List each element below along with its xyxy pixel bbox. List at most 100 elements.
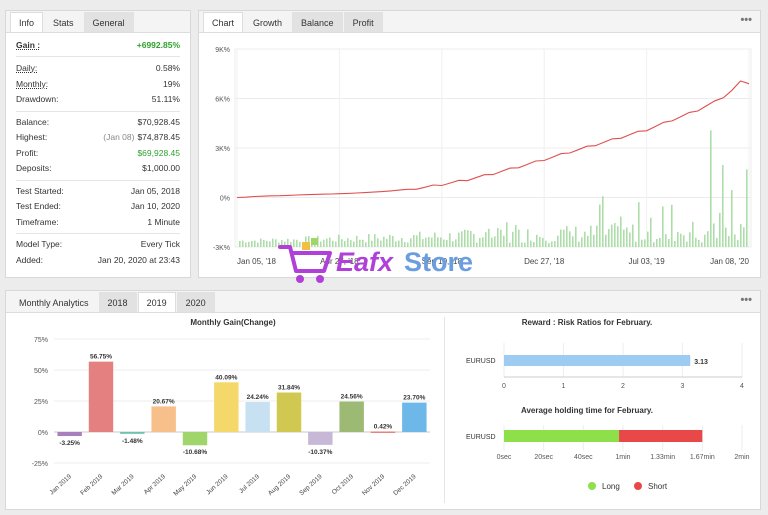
volume-bar: [608, 229, 610, 247]
daily-row: Daily: 0.58%: [16, 61, 180, 77]
legend-short-label[interactable]: Short: [648, 482, 668, 491]
tab-balance[interactable]: Balance: [292, 12, 343, 32]
rr-category-label: EURUSD: [466, 358, 496, 365]
highest-value-wrap: (Jan 08) $74,878.45: [103, 130, 180, 146]
volume-bar: [308, 236, 310, 247]
month-bar[interactable]: [402, 402, 427, 432]
balance-value: $70,928.45: [137, 116, 180, 127]
volume-bar: [530, 240, 532, 247]
bar-value-label: 40.09%: [215, 374, 237, 381]
volume-bar: [578, 241, 580, 247]
volume-bar: [404, 241, 406, 247]
short-bar[interactable]: [619, 430, 703, 442]
tab-chart[interactable]: Chart: [203, 12, 244, 32]
month-bar[interactable]: [308, 432, 333, 445]
drawdown-value: 51.11%: [151, 94, 180, 104]
volume-bar: [599, 204, 601, 247]
tab-2019[interactable]: 2019: [137, 292, 176, 312]
x-tick-label: May 2019: [172, 473, 198, 498]
volume-bar: [722, 165, 724, 247]
daily-value: 0.58%: [155, 63, 180, 73]
timeframe-row: Timeframe: 1 Minute: [16, 215, 180, 231]
volume-bar: [413, 235, 415, 247]
volume-bar: [734, 234, 736, 247]
gain-value: +6992.85%: [136, 40, 180, 50]
month-bar[interactable]: [88, 361, 114, 432]
x-tick-label: 1min: [615, 454, 630, 461]
tab-info[interactable]: Info: [10, 12, 44, 32]
x-tick-label: Aug 2019: [267, 473, 293, 497]
test-ended-label: Test Ended:: [16, 201, 61, 211]
volume-bar: [437, 237, 439, 247]
test-started-row: Test Started: Jan 05, 2018: [16, 184, 180, 200]
volume-bar: [536, 234, 538, 247]
volume-bar: [296, 239, 298, 247]
long-bar[interactable]: [504, 430, 620, 442]
bar-value-label: 24.56%: [341, 394, 363, 401]
month-bar[interactable]: [214, 382, 239, 432]
volume-bar: [650, 217, 652, 247]
tab-growth[interactable]: Growth: [244, 12, 291, 32]
x-tick-label: Jan 2019: [48, 473, 73, 496]
month-bar[interactable]: [120, 432, 145, 434]
month-bar[interactable]: [339, 401, 364, 432]
volume-bar: [374, 234, 376, 247]
tab-2018[interactable]: 2018: [98, 292, 137, 312]
gain-label[interactable]: Gain :: [16, 35, 40, 56]
volume-bar: [356, 235, 358, 247]
volume-bar: [551, 241, 553, 247]
volume-bar: [671, 204, 673, 247]
model-type-value: Every Tick: [140, 239, 180, 249]
monthly-label[interactable]: Monthly:: [16, 77, 48, 93]
volume-bar: [509, 242, 511, 247]
y-tick-label: -25%: [32, 461, 48, 468]
profit-row: Profit: $69,928.45: [16, 146, 180, 162]
month-bar[interactable]: [151, 406, 176, 432]
daily-label[interactable]: Daily:: [16, 61, 37, 77]
legend-long-label[interactable]: Long: [602, 482, 620, 491]
volume-bar: [383, 236, 385, 247]
volume-bar: [251, 240, 253, 247]
volume-bar: [554, 241, 556, 247]
tab-general[interactable]: General: [83, 12, 134, 32]
month-bar[interactable]: [370, 431, 396, 433]
chart-panel: Chart Growth Balance Profit ••• 9K% 6K% 3K…: [198, 10, 761, 278]
volume-bar: [746, 169, 748, 247]
volume-bar: [515, 224, 517, 247]
volume-bar: [548, 242, 550, 247]
chart-menu-icon[interactable]: •••: [740, 14, 752, 26]
month-bar[interactable]: [182, 432, 208, 446]
tab-2020[interactable]: 2020: [176, 292, 215, 312]
volume-bar: [434, 232, 436, 247]
tab-stats[interactable]: Stats: [44, 12, 83, 32]
x-tick-label: Sep 2019: [298, 473, 324, 497]
profit-value: $69,928.45: [137, 147, 180, 158]
volume-bar: [539, 236, 541, 247]
volume-bar: [524, 242, 526, 247]
monthly-gain-chart: Monthly Gain(Change) 75% 50% 25% 0% -25% -3.25…: [32, 318, 430, 498]
rr-bar[interactable]: [504, 355, 691, 366]
volume-bar: [581, 237, 583, 247]
volume-bar: [239, 240, 241, 247]
volume-bar: [662, 206, 664, 247]
volume-bar: [362, 239, 364, 247]
tab-profit[interactable]: Profit: [343, 12, 383, 32]
added-value: Jan 20, 2020 at 23:43: [97, 254, 180, 265]
month-bar[interactable]: [245, 401, 270, 432]
volume-bar: [743, 227, 745, 247]
volume-bar: [425, 237, 427, 247]
volume-bar: [329, 237, 331, 247]
month-bar[interactable]: [57, 432, 82, 437]
volume-bar: [740, 224, 742, 247]
monthly-chart-title: Monthly Gain(Change): [190, 318, 276, 327]
x-tick-label: Mar 2019: [111, 473, 136, 497]
x-tick-label: 4: [740, 383, 744, 390]
volume-bar: [371, 240, 373, 247]
highest-row: Highest: (Jan 08) $74,878.45: [16, 130, 180, 146]
volume-bar: [410, 238, 412, 247]
bar-value-label: 31.84%: [278, 385, 300, 392]
model-type-label: Model Type:: [16, 239, 63, 249]
month-bar[interactable]: [276, 392, 302, 432]
analytics-menu-icon[interactable]: •••: [740, 294, 752, 306]
volume-bar: [590, 225, 592, 247]
